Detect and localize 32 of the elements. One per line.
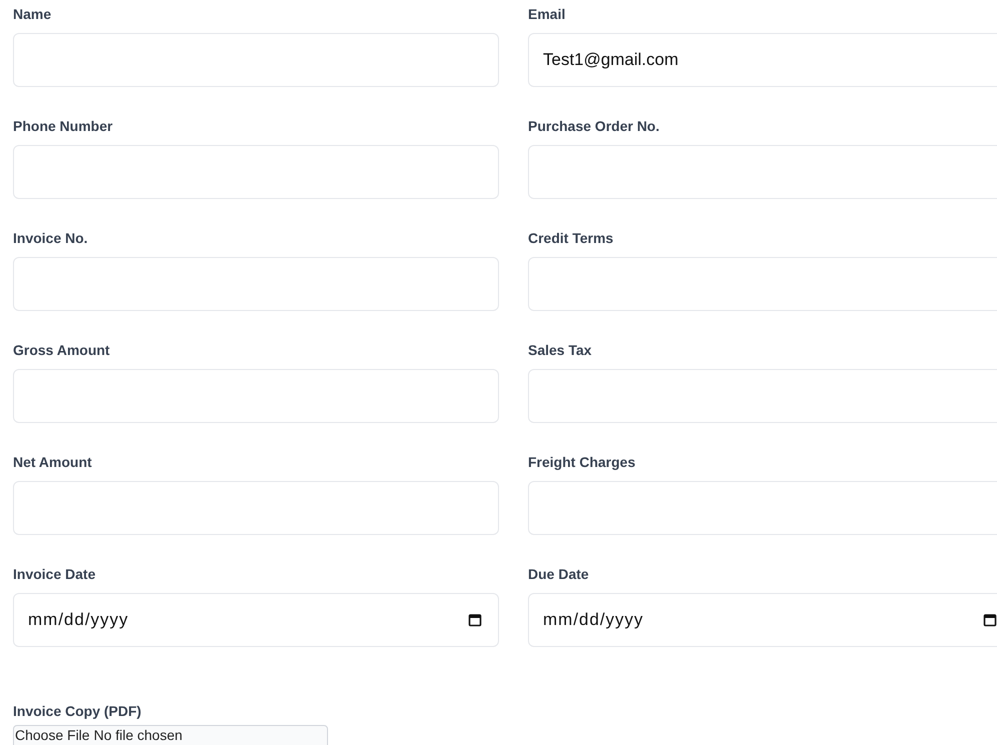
- field-label: Freight Charges: [528, 453, 636, 472]
- field-label: Due Date: [528, 565, 590, 584]
- input-field[interactable]: Test1@gmail.com: [528, 33, 997, 87]
- input-field[interactable]: [13, 481, 499, 535]
- input-field[interactable]: [13, 257, 499, 311]
- field-label: Credit Terms: [528, 229, 614, 248]
- field-label: Email: [528, 5, 566, 24]
- field-label: Invoice Copy (PDF): [13, 702, 142, 720]
- field-label: Invoice No.: [13, 229, 89, 248]
- date-field[interactable]: mm/dd/yyyy: [13, 593, 499, 647]
- field-label: Net Amount: [13, 453, 93, 472]
- input-field[interactable]: [13, 145, 499, 199]
- field-label: Sales Tax: [528, 341, 593, 360]
- field-label: Phone Number: [13, 117, 114, 136]
- date-placeholder: mm/dd/yyyy: [28, 609, 129, 632]
- input-field[interactable]: [528, 481, 997, 535]
- file-status: No file chosen: [94, 726, 182, 744]
- input-field[interactable]: [13, 369, 499, 423]
- field-label: Invoice Date: [13, 565, 96, 584]
- field-label: Gross Amount: [13, 341, 111, 360]
- field-label: Purchase Order No.: [528, 117, 660, 136]
- calendar-icon[interactable]: [983, 613, 997, 627]
- file-input[interactable]: Choose File No file chosen: [13, 725, 328, 745]
- field-label: Name: [13, 5, 52, 24]
- date-field[interactable]: mm/dd/yyyy: [528, 593, 997, 647]
- input-field[interactable]: [528, 369, 997, 423]
- calendar-icon[interactable]: [468, 613, 482, 627]
- input-field[interactable]: [528, 145, 997, 199]
- date-placeholder: mm/dd/yyyy: [543, 609, 644, 632]
- choose-file-button[interactable]: Choose File: [15, 726, 90, 744]
- input-field[interactable]: [13, 33, 499, 87]
- input-field[interactable]: [528, 257, 997, 311]
